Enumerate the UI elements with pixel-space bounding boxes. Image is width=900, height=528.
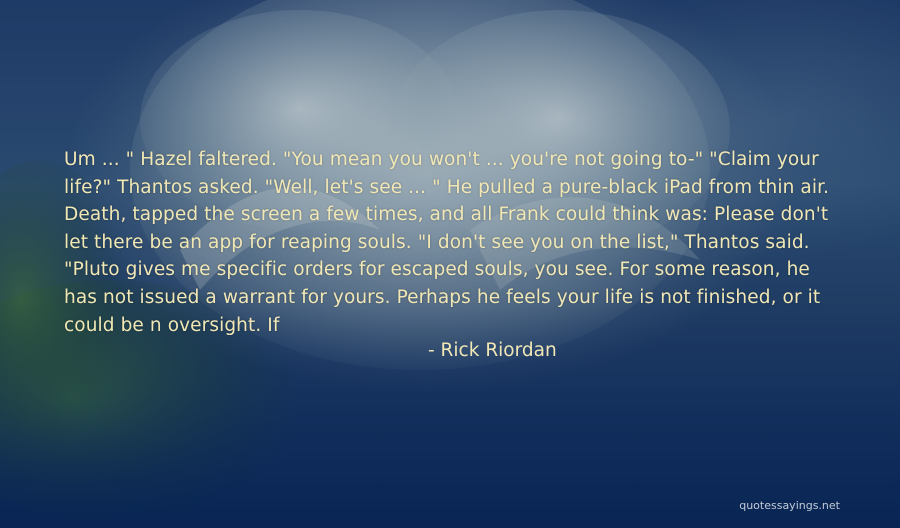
quote-text: Um ... " Hazel faltered. "You mean you w…: [64, 149, 830, 336]
quote-author: - Rick Riordan: [428, 340, 557, 361]
quote-image: Um ... " Hazel faltered. "You mean you w…: [0, 0, 900, 528]
site-watermark: quotessayings.net: [739, 499, 840, 512]
